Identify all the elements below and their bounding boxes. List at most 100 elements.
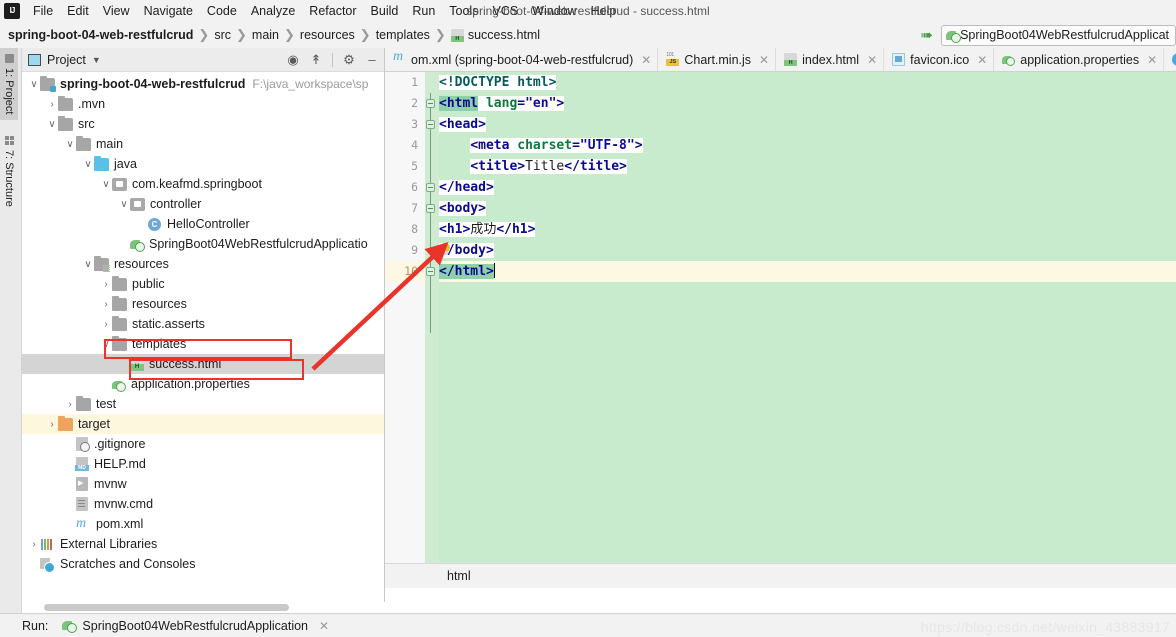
breadcrumb-templates[interactable]: templates (376, 28, 430, 42)
project-tree: ∨ spring-boot-04-web-restfulcrud F:\java_w… (22, 72, 384, 611)
chevron-down-icon[interactable]: ▼ (92, 55, 101, 65)
breadcrumb-project[interactable]: spring-boot-04-web-restfulcrud (8, 28, 193, 42)
menu-item-vcs[interactable]: VCS (485, 2, 525, 20)
editor-tab-label: Chart.min.js (684, 52, 752, 67)
fold-marker[interactable] (426, 267, 435, 276)
chevron-down-icon[interactable]: ∨ (82, 259, 94, 270)
fold-marker[interactable] (426, 120, 435, 129)
tree-node-scratches-and-consoles[interactable]: Scratches and Consoles (22, 554, 384, 574)
tree-node-mvnw-cmd[interactable]: mvnw.cmd (22, 494, 384, 514)
chevron-down-icon[interactable]: ∨ (46, 119, 58, 130)
tree-node-resources[interactable]: › resources (22, 294, 384, 314)
editor-tab-favicon-ico[interactable]: favicon.ico ✕ (884, 48, 995, 71)
chevron-right-icon[interactable]: › (100, 299, 112, 310)
tree-node-src[interactable]: ∨ src (22, 114, 384, 134)
menu-item-refactor[interactable]: Refactor (302, 2, 363, 20)
folder-icon (76, 135, 91, 151)
tree-node-test[interactable]: › test (22, 394, 384, 414)
fold-marker[interactable] (426, 99, 435, 108)
intention-bulb-icon[interactable] (438, 243, 452, 258)
editor-tab-chart-min-js[interactable]: Chart.min.js ✕ (658, 48, 777, 71)
settings-gear-icon[interactable]: ⚙ (342, 52, 356, 67)
tree-node-controller[interactable]: ∨ controller (22, 194, 384, 214)
chevron-down-icon[interactable]: ∨ (28, 79, 40, 90)
chevron-right-icon[interactable]: › (28, 539, 40, 550)
editor-breadcrumb-html[interactable]: html (439, 569, 479, 583)
menu-item-help[interactable]: Help (584, 2, 624, 20)
tree-node-hellocontroller[interactable]: HelloController (22, 214, 384, 234)
tree-node-templates[interactable]: ∨ templates (22, 334, 384, 354)
tree-node-pom-xml[interactable]: pom.xml (22, 514, 384, 534)
editor-tab-overflow[interactable] (1164, 48, 1176, 71)
chevron-right-icon[interactable]: › (64, 399, 76, 410)
editor-tab-index-html[interactable]: index.html ✕ (776, 48, 885, 71)
close-icon[interactable]: ✕ (759, 53, 769, 67)
hide-icon[interactable]: ‒ (365, 52, 379, 67)
editor-tab-label: application.properties (1020, 52, 1140, 67)
menu-item-view[interactable]: View (96, 2, 137, 20)
breadcrumb-resources[interactable]: resources (300, 28, 355, 42)
close-icon[interactable]: ✕ (977, 53, 987, 67)
tree-node-mvn[interactable]: › .mvn (22, 94, 384, 114)
tree-node-help-md[interactable]: HELP.md (22, 454, 384, 474)
tree-node-com-keafmd-springboot[interactable]: ∨ com.keafmd.springboot (22, 174, 384, 194)
menu-item-file[interactable]: File (26, 2, 60, 20)
tree-node-resources[interactable]: ∨ resources (22, 254, 384, 274)
code-editor[interactable]: 1 2 3 4 5 6 7 8 9 10 <!DOCTYPE html> <html lang="… (385, 72, 1176, 588)
tree-node-spring-boot-04-web-restfulcrud[interactable]: ∨ spring-boot-04-web-restfulcrud F:\java_w… (22, 74, 384, 94)
tree-node-gitignore[interactable]: .gitignore (22, 434, 384, 454)
chevron-down-icon[interactable]: ∨ (100, 339, 112, 350)
sidebar-item-project[interactable]: 1: Project (0, 48, 18, 121)
chevron-down-icon[interactable]: ∨ (100, 179, 112, 190)
editor-tab-label: index.html (802, 52, 860, 67)
tree-node-java[interactable]: ∨ java (22, 154, 384, 174)
project-panel-horizontal-scrollbar[interactable] (22, 602, 385, 613)
breadcrumb-src[interactable]: src (214, 28, 231, 42)
fold-marker[interactable] (426, 204, 435, 213)
close-icon[interactable]: ✕ (867, 53, 877, 67)
editor-tab-om-xml-spring-boot-04-web-restfulcrud[interactable]: om.xml (spring-boot-04-web-restfulcrud) ✕ (385, 48, 659, 71)
breadcrumb-success-html[interactable]: success.html (468, 28, 540, 42)
tree-node-mvnw[interactable]: mvnw (22, 474, 384, 494)
collapse-all-icon[interactable]: ↟ (309, 52, 323, 67)
run-configuration-tab[interactable]: SpringBoot04WebRestfulcrudApplication ✕ (62, 619, 329, 633)
scrollbar-thumb[interactable] (44, 604, 289, 611)
menu-item-edit[interactable]: Edit (60, 2, 96, 20)
tree-node-static-asserts[interactable]: › static.asserts (22, 314, 384, 334)
chevron-down-icon[interactable]: ∨ (82, 159, 94, 170)
chevron-right-icon[interactable]: › (100, 279, 112, 290)
chevron-down-icon[interactable]: ∨ (64, 139, 76, 150)
code-folding-column[interactable] (425, 72, 439, 588)
breadcrumb-separator: ❯ (434, 27, 446, 42)
tree-node-success-html[interactable]: success.html (22, 354, 384, 374)
tree-node-public[interactable]: › public (22, 274, 384, 294)
close-icon[interactable]: ✕ (1147, 53, 1157, 67)
locate-icon[interactable]: ◉ (286, 52, 300, 67)
chevron-right-icon[interactable]: › (46, 419, 58, 430)
chevron-right-icon[interactable]: › (46, 99, 58, 110)
tree-node-springboot04webrestfulcrudapplicatio[interactable]: SpringBoot04WebRestfulcrudApplicatio (22, 234, 384, 254)
menu-item-build[interactable]: Build (364, 2, 406, 20)
menu-item-analyze[interactable]: Analyze (244, 2, 302, 20)
fold-marker[interactable] (426, 183, 435, 192)
shell-script-icon (76, 477, 88, 491)
code-content[interactable]: <!DOCTYPE html> <html lang="en"> <head> … (439, 72, 1176, 588)
chevron-right-icon[interactable]: › (100, 319, 112, 330)
tree-node-target[interactable]: › target (22, 414, 384, 434)
tree-node-main[interactable]: ∨ main (22, 134, 384, 154)
close-icon[interactable]: ✕ (319, 619, 329, 633)
menu-item-navigate[interactable]: Navigate (137, 2, 200, 20)
sidebar-item-structure[interactable]: 7: Structure (0, 130, 18, 213)
menu-item-window[interactable]: Window (525, 2, 583, 20)
run-configuration-selector[interactable]: SpringBoot04WebRestfulcrudApplicat (941, 24, 1176, 46)
chevron-down-icon[interactable]: ∨ (118, 199, 130, 210)
close-icon[interactable]: ✕ (641, 53, 651, 67)
tree-node-external-libraries[interactable]: › External Libraries (22, 534, 384, 554)
menu-item-code[interactable]: Code (200, 2, 244, 20)
tree-node-label: Scratches and Consoles (60, 557, 196, 571)
menu-item-tools[interactable]: Tools (442, 2, 485, 20)
breadcrumb-main[interactable]: main (252, 28, 279, 42)
menu-item-run[interactable]: Run (405, 2, 442, 20)
editor-tab-application-properties[interactable]: application.properties ✕ (994, 48, 1165, 71)
tree-node-application-properties[interactable]: application.properties (22, 374, 384, 394)
